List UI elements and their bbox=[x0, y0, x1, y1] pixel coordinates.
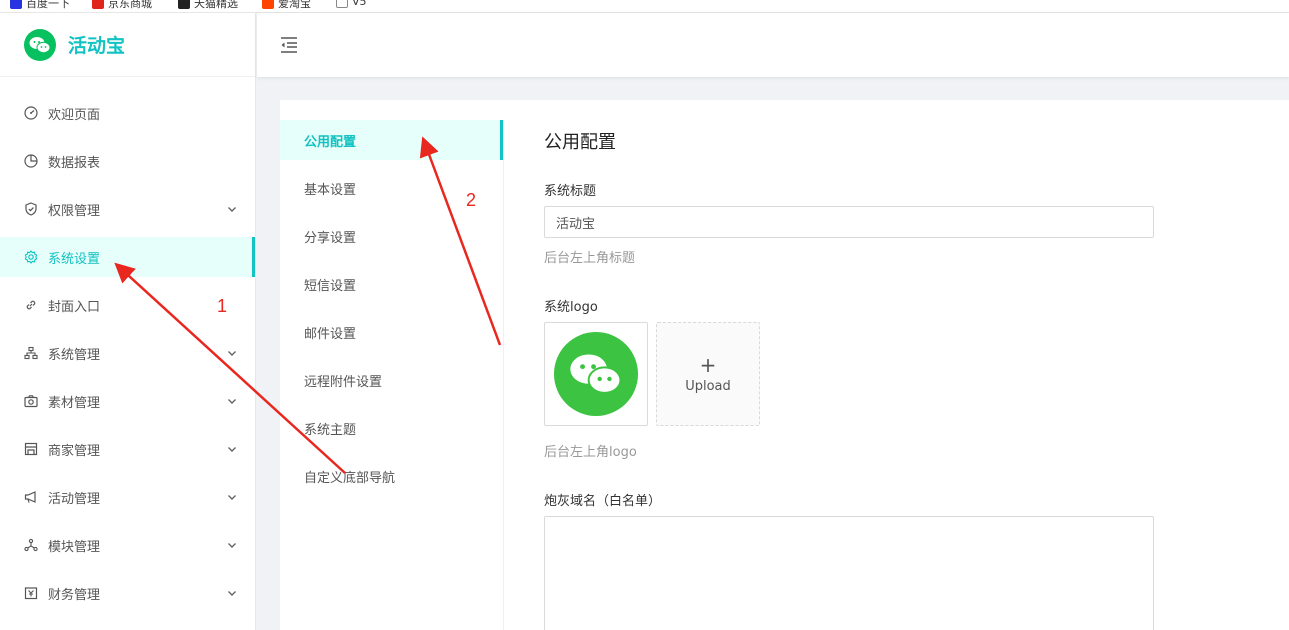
tab-custom-bottom-nav[interactable]: 自定义底部导航 bbox=[280, 456, 503, 496]
sidebar-item-reports[interactable]: 数据报表 bbox=[0, 141, 255, 181]
chevron-down-icon bbox=[225, 394, 239, 408]
sidebar: 活动宝 欢迎页面 数据报表 权限管理 系统设置 封面入口 系统管理 素材管理 商… bbox=[0, 13, 256, 630]
bookmarks-bar: 百度一下 京东商城 天猫精选 爱淘宝 V5 bbox=[0, 0, 1289, 13]
domain-whitelist-textarea[interactable] bbox=[544, 516, 1154, 630]
sidebar-item-materials[interactable]: 素材管理 bbox=[0, 381, 255, 421]
app-title: 活动宝 bbox=[68, 35, 126, 57]
sidebar-item-label: 系统设置 bbox=[48, 251, 101, 267]
plus-icon: + bbox=[699, 352, 717, 377]
shop-icon bbox=[24, 442, 38, 456]
tmall-icon bbox=[178, 0, 190, 9]
money-icon bbox=[24, 586, 38, 600]
sidebar-item-finance[interactable]: 财务管理 bbox=[0, 573, 255, 613]
sidebar-item-permissions[interactable]: 权限管理 bbox=[0, 189, 255, 229]
link-icon bbox=[24, 298, 38, 312]
wechat-logo-icon bbox=[24, 28, 56, 61]
megaphone-icon bbox=[24, 490, 38, 504]
chevron-down-icon bbox=[225, 202, 239, 216]
sidebar-menu: 欢迎页面 数据报表 权限管理 系统设置 封面入口 系统管理 素材管理 商家管理 … bbox=[0, 93, 255, 613]
system-title-input[interactable]: 活动宝 bbox=[544, 206, 1154, 238]
jd-icon bbox=[92, 0, 104, 9]
bookmark-aitaobao[interactable]: 爱淘宝 bbox=[262, 0, 311, 11]
pie-chart-icon bbox=[24, 154, 38, 168]
sidebar-item-label: 数据报表 bbox=[48, 155, 101, 171]
dashboard-icon bbox=[24, 106, 38, 120]
chevron-down-icon bbox=[225, 442, 239, 456]
sidebar-item-label: 商家管理 bbox=[48, 443, 101, 459]
upload-label: Upload bbox=[685, 378, 731, 394]
tab-sms-settings[interactable]: 短信设置 bbox=[280, 264, 503, 304]
bookmark-jd[interactable]: 京东商城 bbox=[92, 0, 152, 11]
menu-fold-icon[interactable] bbox=[279, 36, 299, 54]
sidebar-item-label: 财务管理 bbox=[48, 587, 101, 603]
aitaobao-icon bbox=[262, 0, 274, 9]
tab-share-settings[interactable]: 分享设置 bbox=[280, 216, 503, 256]
settings-panel: 公用配置 基本设置 分享设置 短信设置 邮件设置 远程附件设置 系统主题 自定义… bbox=[280, 100, 1289, 630]
sidebar-item-system-management[interactable]: 系统管理 bbox=[0, 333, 255, 373]
sidebar-item-system-settings[interactable]: 系统设置 bbox=[0, 237, 255, 277]
wechat-logo-icon bbox=[554, 332, 638, 416]
tab-system-theme[interactable]: 系统主题 bbox=[280, 408, 503, 448]
bookmark-tmall[interactable]: 天猫精选 bbox=[178, 0, 238, 11]
sidebar-item-label: 素材管理 bbox=[48, 395, 101, 411]
sidebar-item-label: 活动管理 bbox=[48, 491, 101, 507]
chevron-down-icon bbox=[225, 538, 239, 552]
sidebar-item-label: 权限管理 bbox=[48, 203, 101, 219]
page-icon bbox=[336, 0, 348, 8]
sidebar-item-welcome[interactable]: 欢迎页面 bbox=[0, 93, 255, 133]
tab-remote-attachment-settings[interactable]: 远程附件设置 bbox=[280, 360, 503, 400]
settings-content: 公用配置 系统标题 活动宝 后台左上角标题 系统logo + Upload 后台… bbox=[544, 100, 1284, 630]
bookmark-baidu[interactable]: 百度一下 bbox=[10, 0, 70, 11]
app-logo-row[interactable]: 活动宝 bbox=[0, 13, 255, 77]
system-title-hint: 后台左上角标题 bbox=[544, 251, 636, 266]
chevron-down-icon bbox=[225, 490, 239, 504]
sidebar-item-label: 模块管理 bbox=[48, 539, 101, 555]
sidebar-item-label: 系统管理 bbox=[48, 347, 101, 363]
domain-whitelist-label: 炮灰域名（白名单） bbox=[544, 494, 662, 509]
sidebar-item-activities[interactable]: 活动管理 bbox=[0, 477, 255, 517]
shield-icon bbox=[24, 202, 38, 216]
logo-upload-button[interactable]: + Upload bbox=[656, 322, 760, 426]
page-title: 公用配置 bbox=[544, 132, 616, 153]
sidebar-item-label: 欢迎页面 bbox=[48, 107, 101, 123]
system-logo-label: 系统logo bbox=[544, 300, 598, 315]
tab-common-config[interactable]: 公用配置 bbox=[280, 120, 503, 160]
system-logo-hint: 后台左上角logo bbox=[544, 445, 637, 460]
gear-icon bbox=[24, 250, 38, 264]
tab-email-settings[interactable]: 邮件设置 bbox=[280, 312, 503, 352]
annotation-number-2: 2 bbox=[466, 190, 477, 210]
camera-icon bbox=[24, 394, 38, 408]
chevron-down-icon bbox=[225, 586, 239, 600]
sidebar-item-merchants[interactable]: 商家管理 bbox=[0, 429, 255, 469]
cluster-icon bbox=[24, 346, 38, 360]
chevron-down-icon bbox=[225, 346, 239, 360]
logo-preview[interactable] bbox=[544, 322, 648, 426]
nodes-icon bbox=[24, 538, 38, 552]
sidebar-item-modules[interactable]: 模块管理 bbox=[0, 525, 255, 565]
sidebar-item-label: 封面入口 bbox=[48, 299, 101, 315]
top-header bbox=[257, 13, 1289, 77]
system-title-label: 系统标题 bbox=[544, 184, 597, 199]
annotation-number-1: 1 bbox=[217, 296, 228, 316]
bookmark-v5[interactable]: V5 bbox=[336, 0, 367, 8]
baidu-icon bbox=[10, 0, 22, 9]
